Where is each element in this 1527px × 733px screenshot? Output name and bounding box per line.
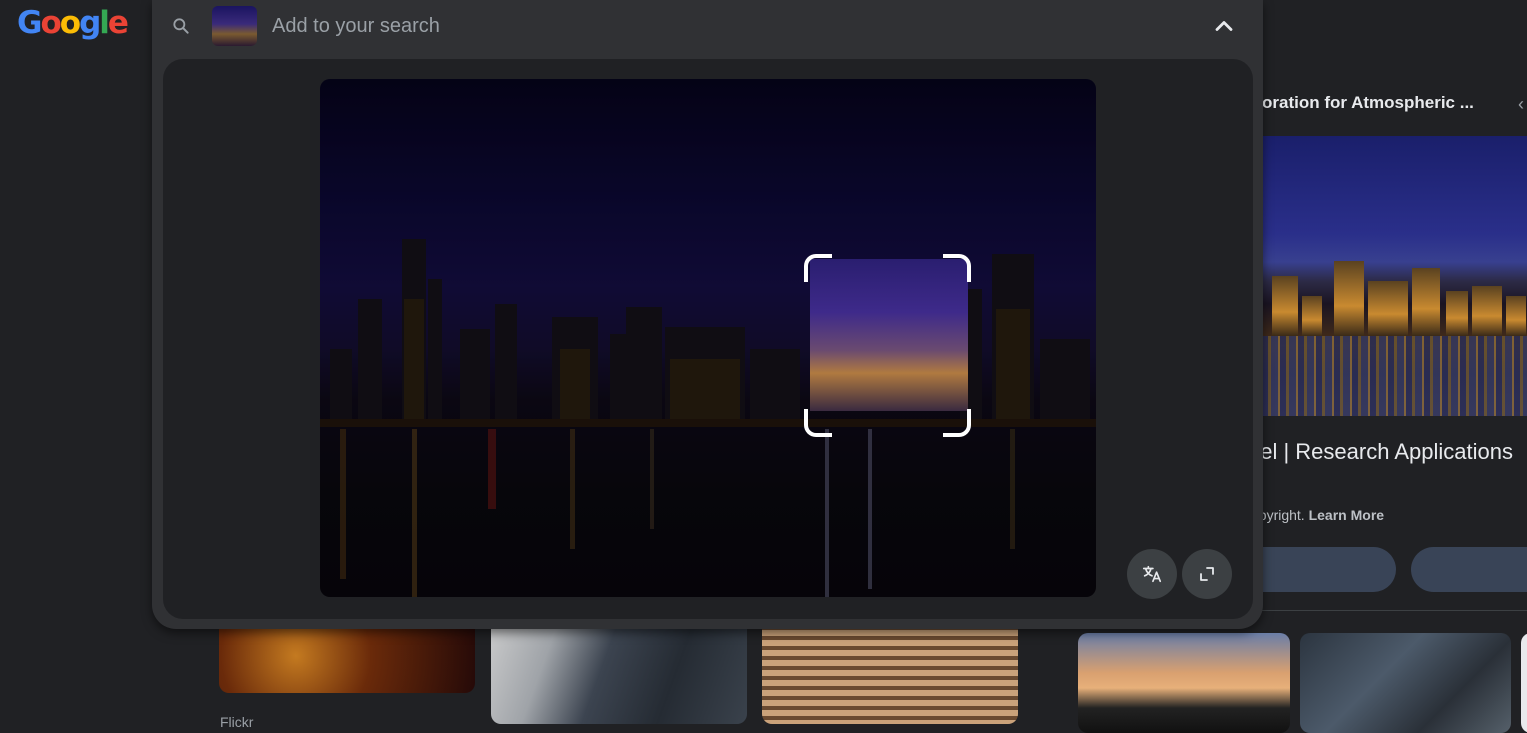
search-icon[interactable] bbox=[171, 16, 191, 36]
related-image[interactable] bbox=[1078, 633, 1290, 733]
result-preview-image[interactable] bbox=[1262, 136, 1527, 416]
result-title[interactable]: oration for Atmospheric ... bbox=[1262, 93, 1474, 113]
chevron-up-icon[interactable] bbox=[1210, 12, 1238, 40]
related-image[interactable] bbox=[1521, 633, 1527, 733]
save-button[interactable] bbox=[1411, 547, 1527, 592]
crop-handle-top-right[interactable] bbox=[943, 254, 971, 282]
related-image[interactable] bbox=[1300, 633, 1511, 733]
crop-handle-bottom-left[interactable] bbox=[804, 409, 832, 437]
crop-handle-bottom-right[interactable] bbox=[943, 409, 971, 437]
query-image[interactable] bbox=[320, 79, 1096, 597]
search-image-thumbnail[interactable] bbox=[212, 6, 257, 46]
translate-button[interactable] bbox=[1127, 549, 1177, 599]
copyright-notice: opyright. Learn More bbox=[1251, 507, 1385, 523]
learn-more-link[interactable]: Learn More bbox=[1309, 507, 1384, 523]
crop-handle-top-left[interactable] bbox=[804, 254, 832, 282]
image-canvas bbox=[163, 59, 1253, 619]
fullscreen-button[interactable] bbox=[1182, 549, 1232, 599]
fullscreen-icon bbox=[1200, 567, 1214, 581]
google-logo[interactable]: Google bbox=[17, 5, 129, 41]
result-heading[interactable]: del | Research Applications bbox=[1248, 439, 1513, 465]
chevron-left-icon[interactable]: ‹ bbox=[1518, 94, 1524, 115]
result-source[interactable]: Flickr bbox=[220, 714, 253, 730]
search-input[interactable] bbox=[272, 10, 1172, 42]
translate-icon bbox=[1142, 565, 1162, 583]
lens-search-overlay bbox=[152, 0, 1263, 629]
